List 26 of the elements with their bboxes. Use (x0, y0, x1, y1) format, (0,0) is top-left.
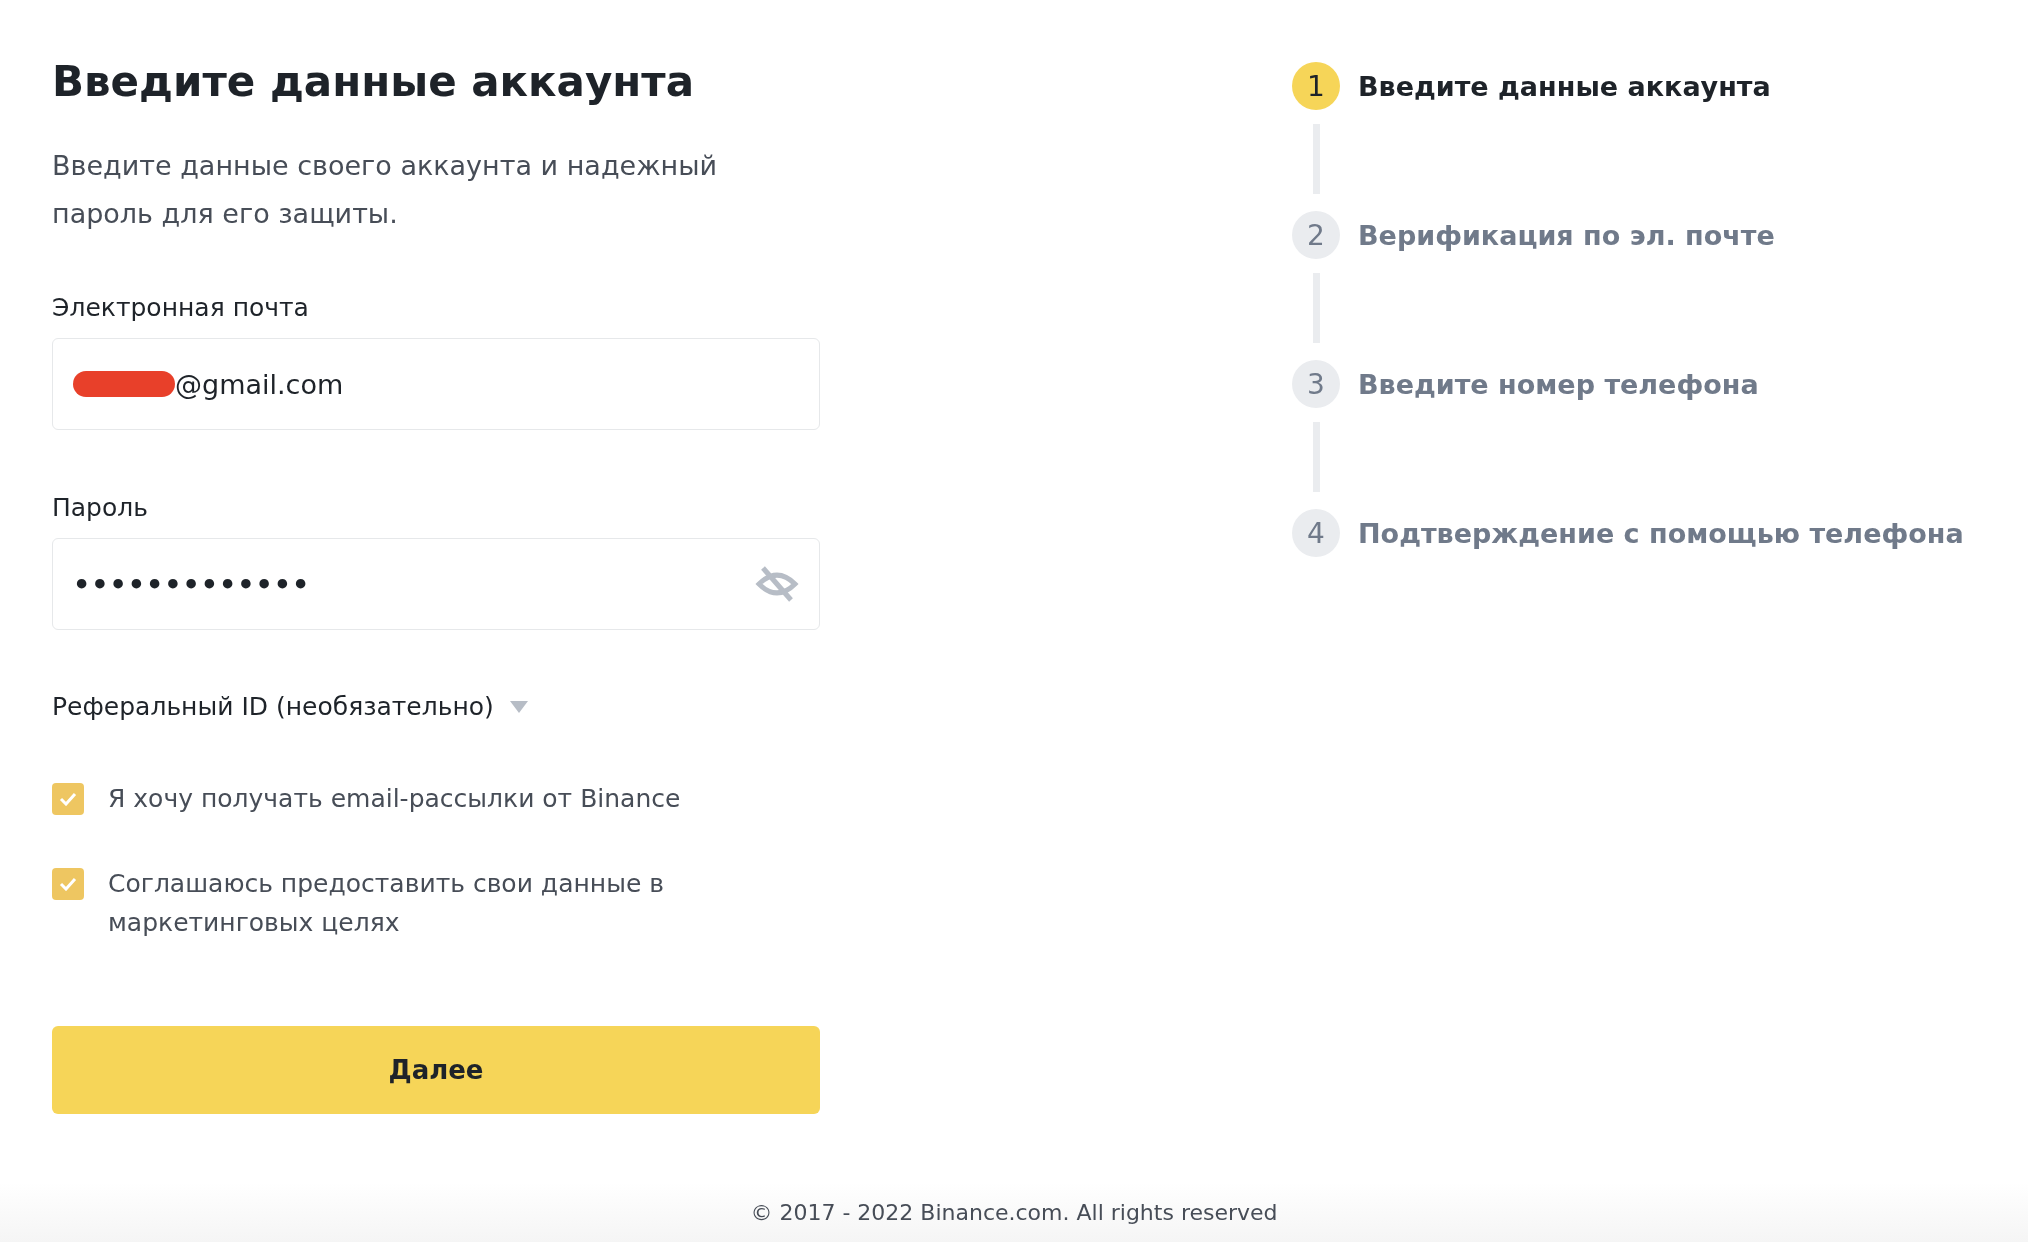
check-icon (59, 877, 77, 891)
step-label: Введите данные аккаунта (1358, 70, 1771, 102)
eye-slash-icon[interactable] (755, 564, 799, 604)
checkbox-label: Я хочу получать email-рассылки от Binance (108, 783, 682, 815)
next-button[interactable]: Далее (52, 1026, 820, 1114)
check-icon (59, 792, 77, 806)
referral-toggle[interactable]: Реферальный ID (необязательно) (52, 692, 494, 721)
step-label: Верификация по эл. почте (1358, 219, 1775, 251)
description: Введите данные своего аккаунта и надежный пароль для его защиты. (52, 149, 719, 231)
password-field[interactable]: ••••••••••••• (52, 538, 820, 630)
step-number: 3 (1292, 360, 1340, 408)
step-number: 1 (1292, 62, 1340, 110)
email-field[interactable]: @gmail.com (52, 338, 820, 430)
step-label: Подтверждение с помощью телефона (1358, 517, 1964, 549)
copyright: © 2017 - 2022 Binance.com. All rights reserved (750, 1199, 1278, 1225)
step-number: 2 (1292, 211, 1340, 259)
checkbox-label: Соглашаюсь предоставить свои данные в маркетинговых целях (108, 868, 665, 939)
step-label: Введите номер телефона (1358, 368, 1759, 400)
checkbox[interactable] (52, 783, 84, 815)
password-value: ••••••••••••• (73, 568, 312, 600)
step-number: 4 (1292, 509, 1340, 557)
caret-icon[interactable] (509, 700, 528, 713)
page-title: Введите данные аккаунта (52, 56, 696, 108)
field-label: Пароль (52, 492, 149, 524)
field-label: Электронная почта (52, 292, 310, 324)
checkbox[interactable] (52, 868, 84, 900)
